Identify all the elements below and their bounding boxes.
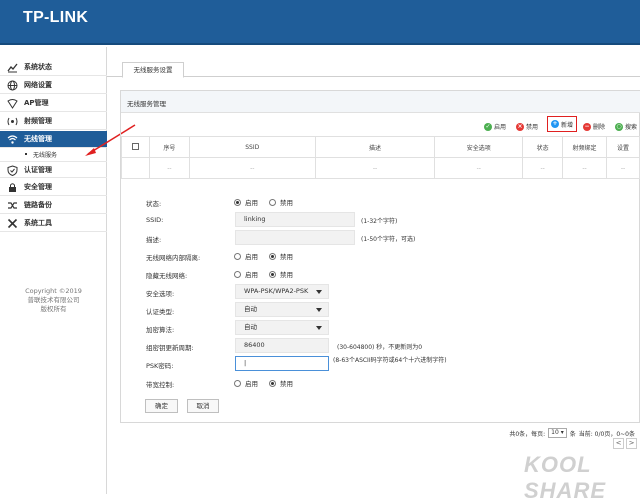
panel-title: 无线服务管理: [127, 100, 166, 108]
add-button[interactable]: + 新增: [547, 116, 578, 132]
hide-ssid-disable-radio[interactable]: 禁用: [269, 269, 293, 279]
rekey-hint: (30-604800) 秒，不更新则为0: [337, 344, 423, 351]
isolation-label: 无线网络内部隔离:: [146, 254, 201, 262]
column-header: 设置: [606, 136, 640, 158]
rekey-input[interactable]: 86400: [235, 338, 329, 353]
tab-wireless-service-settings[interactable]: 无线服务设置: [122, 62, 184, 78]
check-icon: ✓: [484, 122, 492, 131]
shield-check-icon: [7, 165, 18, 176]
copyright-text: Copyright ©2019 普联技术有限公司 版权所有: [25, 287, 82, 313]
select-all-checkbox[interactable]: [121, 136, 150, 158]
sidebar: 系统状态 网络设置 AP管理 射频管理 无线管理 无线服务 认证管理 安全管理 …: [0, 47, 107, 494]
encryption-select[interactable]: 自动: [235, 320, 329, 335]
delete-button[interactable]: − 删除: [583, 121, 605, 132]
plus-icon: +: [551, 120, 559, 128]
ssid-input[interactable]: linking: [235, 212, 355, 227]
sidebar-item-auth[interactable]: 认证管理: [0, 161, 107, 178]
cancel-button[interactable]: 取消: [187, 399, 219, 413]
wireless-service-panel: 无线服务管理 ✓ 启用 × 禁用 + 新增 − 删除 ○ 搜索 序号 SSID 描述 安全…: [120, 90, 640, 423]
status-disable-radio[interactable]: 禁用: [269, 197, 293, 207]
column-header: SSID: [188, 136, 316, 158]
sidebar-item-label: 网络设置: [24, 81, 52, 89]
lock-icon: [9, 183, 16, 192]
security-select[interactable]: WPA-PSK/WPA2-PSK: [235, 284, 329, 299]
status-enable-radio[interactable]: 启用: [234, 197, 258, 207]
sidebar-item-label: 认证管理: [24, 165, 52, 174]
bandwidth-label: 带宽控制:: [146, 381, 175, 389]
description-hint: (1-50个字符，可选): [361, 236, 416, 243]
minus-icon: −: [583, 122, 591, 131]
status-label: 状态:: [146, 200, 162, 208]
sidebar-item-label: 链路备份: [24, 201, 52, 209]
sidebar-item-label: 射频管理: [24, 117, 52, 125]
encryption-label: 加密算法:: [146, 326, 175, 334]
security-label: 安全选项:: [146, 290, 175, 298]
sidebar-item-security[interactable]: 安全管理: [0, 179, 107, 196]
prev-page-button[interactable]: <: [613, 438, 624, 449]
panel-header: 无线服务管理: [121, 91, 640, 113]
service-table: 序号 SSID 描述 安全选项 状态 射频绑定 设置 -- -- -- -- -…: [121, 136, 640, 179]
sidebar-item-system-status[interactable]: 系统状态: [0, 59, 107, 76]
isolation-enable-radio[interactable]: 启用: [234, 251, 258, 261]
search-icon: ○: [615, 122, 623, 131]
column-header: 安全选项: [434, 136, 524, 158]
ok-button[interactable]: 确定: [145, 399, 178, 413]
top-header: TP-LINK: [0, 0, 640, 45]
pagination: 共0条，每页: 10 ▾ 条 当前: 0/0页，0~0条: [509, 428, 635, 438]
description-label: 描述:: [146, 236, 162, 244]
auth-type-select[interactable]: 自动: [235, 302, 329, 317]
rf-icon: [7, 117, 18, 126]
hide-ssid-enable-radio[interactable]: 启用: [234, 269, 258, 279]
column-header: 描述: [314, 136, 436, 158]
sidebar-item-tools[interactable]: 系统工具: [0, 215, 107, 232]
sidebar-item-label: AP管理: [24, 99, 49, 107]
psk-label: PSK密码:: [146, 362, 174, 370]
sidebar-item-network[interactable]: 网络设置: [0, 77, 107, 94]
ssid-hint: (1-32个字符): [361, 218, 398, 225]
hide-ssid-label: 隐藏无线网络:: [146, 272, 188, 280]
sidebar-item-link-backup[interactable]: 链路备份: [0, 197, 107, 214]
tp-link-logo: TP-LINK: [23, 9, 89, 26]
column-header: 状态: [522, 136, 564, 158]
shuffle-icon: [8, 202, 17, 209]
sidebar-item-label: 安全管理: [24, 183, 52, 191]
psk-hint: (8-63个ASCII码字符或64个十六进制字符): [333, 357, 447, 364]
isolation-disable-radio[interactable]: 禁用: [269, 251, 293, 261]
per-page-select[interactable]: 10 ▾: [548, 428, 567, 438]
block-icon: ×: [516, 122, 524, 131]
sidebar-item-label: 无线管理: [24, 135, 52, 143]
bandwidth-enable-radio[interactable]: 启用: [234, 378, 258, 388]
koolshare-watermark: KOOL SHARE: [524, 452, 607, 503]
rekey-label: 组密钥更新周期:: [146, 344, 194, 352]
sidebar-item-label: 系统状态: [24, 63, 52, 71]
search-button[interactable]: ○ 搜索: [615, 121, 637, 132]
chart-icon: [7, 63, 18, 73]
description-input[interactable]: [235, 230, 355, 245]
wifi-icon: [7, 135, 18, 144]
sidebar-item-label: 系统工具: [24, 219, 52, 227]
ssid-label: SSID:: [146, 216, 164, 224]
globe-icon: [7, 80, 18, 91]
column-header: 射频绑定: [562, 136, 608, 158]
table-row: -- -- -- -- -- -- --: [121, 157, 640, 179]
table-header-row: 序号 SSID 描述 安全选项 状态 射频绑定 设置: [121, 136, 640, 158]
auth-type-label: 认证类型:: [146, 308, 175, 316]
ap-icon: [7, 99, 18, 109]
disable-button[interactable]: × 禁用: [516, 121, 538, 132]
column-header: 序号: [148, 136, 190, 158]
tools-icon: [7, 218, 18, 229]
psk-password-input[interactable]: |: [235, 356, 329, 371]
next-page-button[interactable]: >: [626, 438, 637, 449]
sidebar-item-ap[interactable]: AP管理: [0, 95, 107, 112]
bandwidth-disable-radio[interactable]: 禁用: [269, 378, 293, 388]
tab-bar: 无线服务设置: [107, 57, 640, 78]
enable-button[interactable]: ✓ 启用: [484, 121, 506, 132]
